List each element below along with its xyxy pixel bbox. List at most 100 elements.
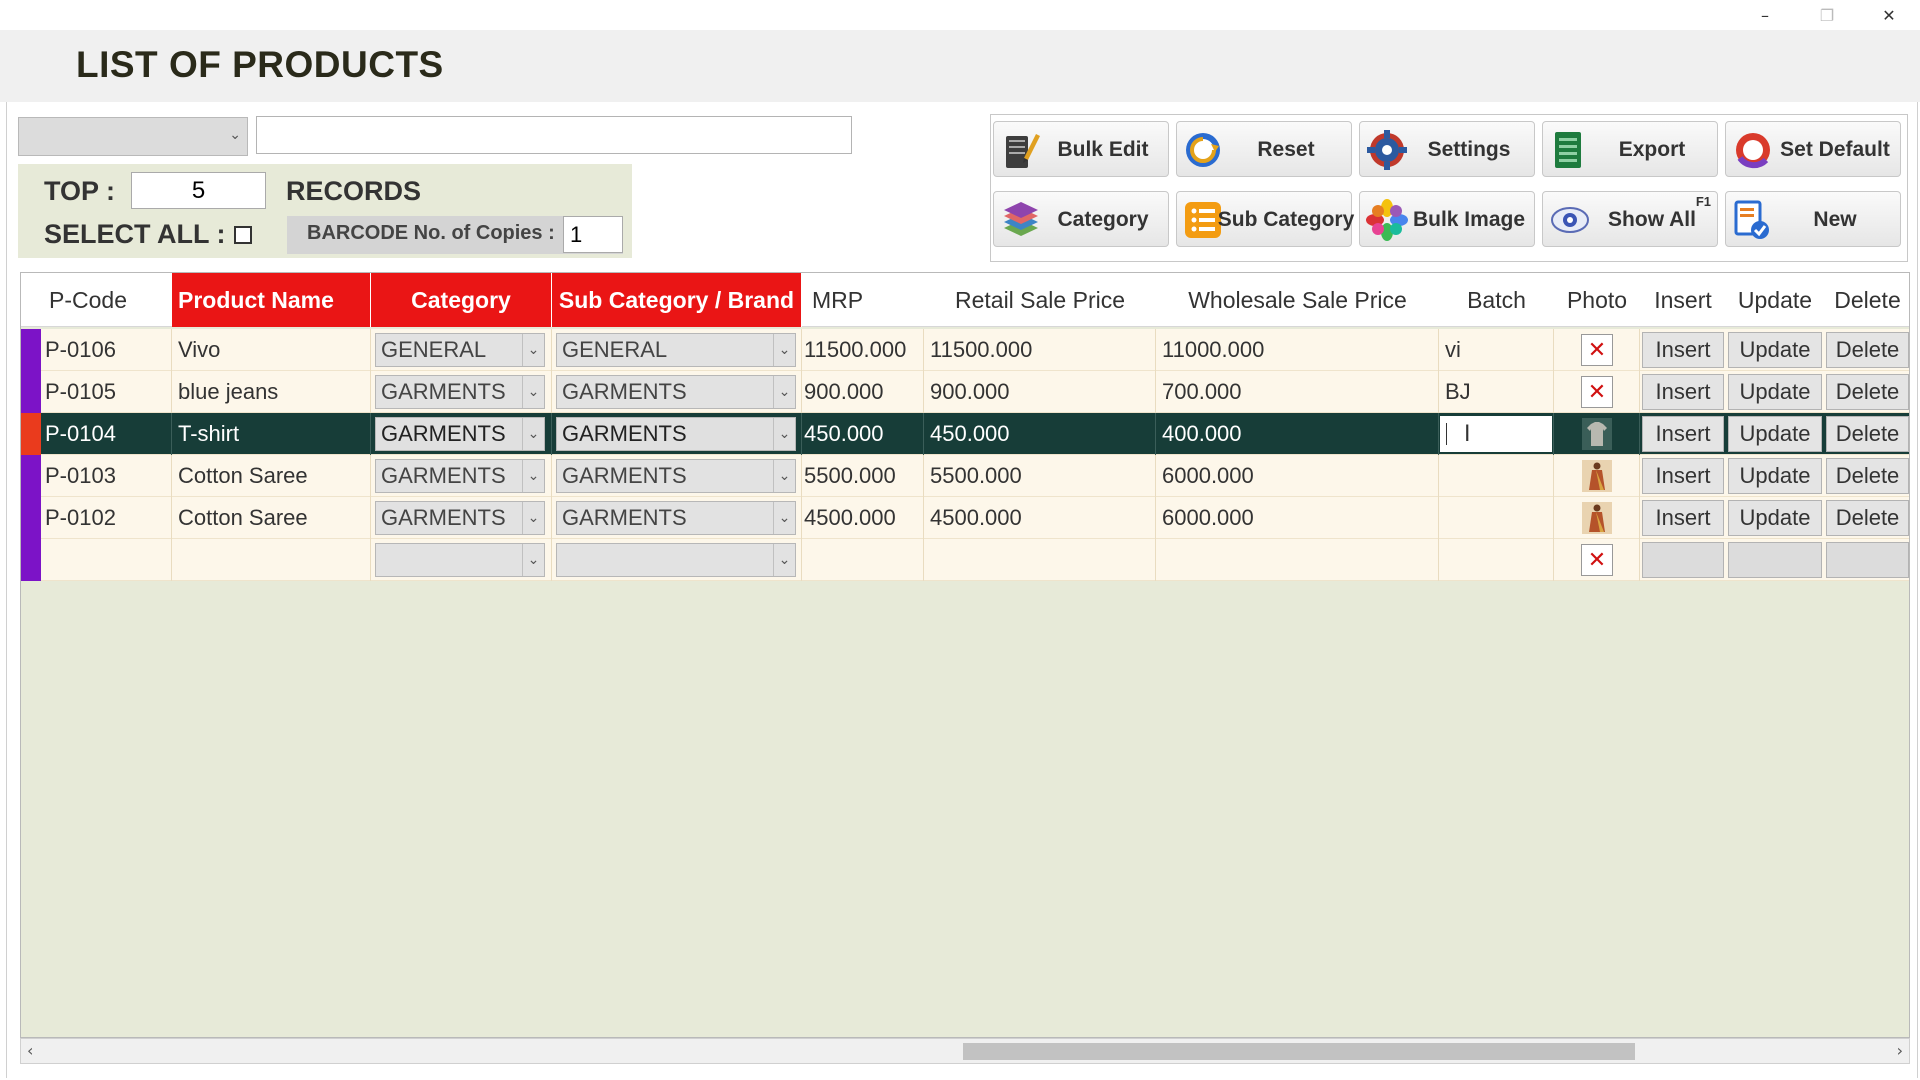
col-header-category[interactable]: Category — [371, 273, 552, 327]
no-photo-icon[interactable]: ✕ — [1581, 376, 1613, 408]
batch-cell[interactable]: BJ — [1439, 371, 1554, 413]
col-header-retail-price[interactable]: Retail Sale Price — [924, 273, 1156, 327]
col-header-mrp[interactable]: MRP — [802, 273, 924, 327]
bulk-image-button[interactable]: Bulk Image — [1359, 191, 1535, 247]
pcode-cell[interactable]: P-0105 — [39, 371, 172, 413]
row-marker[interactable] — [21, 497, 41, 539]
pcode-cell[interactable]: P-0104 — [39, 413, 172, 455]
wholesale-price-cell[interactable]: 400.000 — [1156, 413, 1439, 455]
photo-cell[interactable]: ✕ — [1554, 539, 1640, 581]
batch-editor[interactable]: I — [1440, 416, 1552, 452]
product-name-cell[interactable]: T-shirt — [172, 413, 371, 455]
col-header-wholesale-price[interactable]: Wholesale Sale Price — [1156, 273, 1439, 327]
search-input[interactable] — [256, 116, 852, 154]
update-button[interactable]: Update — [1728, 458, 1822, 494]
row-marker[interactable] — [21, 539, 41, 581]
retail-price-cell[interactable] — [924, 539, 1156, 581]
update-button[interactable]: Update — [1728, 374, 1822, 410]
close-button[interactable]: ✕ — [1858, 0, 1920, 30]
batch-cell[interactable] — [1439, 455, 1554, 497]
category-button[interactable]: Category — [993, 191, 1169, 247]
mrp-cell[interactable]: 900.000 — [802, 371, 924, 413]
photo-cell[interactable] — [1554, 497, 1640, 539]
filter-combo[interactable]: ⌄ — [18, 117, 248, 156]
row-marker[interactable] — [21, 413, 41, 455]
sub-category-combo[interactable]: GARMENTS ⌄ — [556, 417, 796, 451]
col-header-update[interactable]: Update — [1726, 273, 1824, 327]
col-header-product-name[interactable]: Product Name — [172, 273, 371, 327]
batch-cell[interactable]: vi — [1439, 329, 1554, 371]
scroll-right-icon[interactable]: › — [1897, 1041, 1903, 1060]
col-header-pcode[interactable]: P-Code — [39, 273, 192, 327]
retail-price-cell[interactable]: 450.000 — [924, 413, 1156, 455]
wholesale-price-cell[interactable]: 700.000 — [1156, 371, 1439, 413]
row-marker[interactable] — [21, 371, 41, 413]
horizontal-scrollbar[interactable]: ‹ › — [20, 1038, 1910, 1064]
delete-button[interactable]: Delete — [1826, 374, 1909, 410]
col-header-delete[interactable]: Delete — [1824, 273, 1909, 327]
reset-button[interactable]: Reset — [1176, 121, 1352, 177]
photo-cell[interactable] — [1554, 455, 1640, 497]
sub-category-combo[interactable]: GARMENTS ⌄ — [556, 375, 796, 409]
update-button[interactable]: Update — [1728, 332, 1822, 368]
insert-button[interactable]: Insert — [1642, 458, 1724, 494]
retail-price-cell[interactable]: 5500.000 — [924, 455, 1156, 497]
barcode-copies-input[interactable] — [563, 216, 623, 253]
mrp-cell[interactable]: 5500.000 — [802, 455, 924, 497]
product-name-cell[interactable]: Cotton Saree — [172, 455, 371, 497]
minimize-button[interactable]: – — [1734, 0, 1796, 30]
photo-cell[interactable] — [1554, 413, 1640, 455]
update-button[interactable]: Update — [1728, 500, 1822, 536]
pcode-cell[interactable]: P-0102 — [39, 497, 172, 539]
delete-button[interactable]: Delete — [1826, 332, 1909, 368]
table-row[interactable]: P-0106 Vivo GENERAL ⌄ GENERAL ⌄ 11500.000 11500… — [21, 329, 1909, 371]
mrp-cell[interactable]: 4500.000 — [802, 497, 924, 539]
category-combo[interactable]: ⌄ — [375, 543, 545, 577]
wholesale-price-cell[interactable] — [1156, 539, 1439, 581]
update-button[interactable]: Update — [1728, 416, 1822, 452]
retail-price-cell[interactable]: 11500.000 — [924, 329, 1156, 371]
maximize-button[interactable]: ❐ — [1796, 0, 1858, 30]
pcode-cell[interactable] — [39, 539, 172, 581]
wholesale-price-cell[interactable]: 11000.000 — [1156, 329, 1439, 371]
category-combo[interactable]: GARMENTS ⌄ — [375, 501, 545, 535]
insert-button[interactable]: Insert — [1642, 416, 1724, 452]
insert-button[interactable]: Insert — [1642, 374, 1724, 410]
insert-button[interactable] — [1642, 542, 1724, 578]
delete-button[interactable]: Delete — [1826, 500, 1909, 536]
set-default-button[interactable]: Set Default — [1725, 121, 1901, 177]
photo-cell[interactable]: ✕ — [1554, 329, 1640, 371]
col-header-photo[interactable]: Photo — [1554, 273, 1640, 327]
insert-button[interactable]: Insert — [1642, 332, 1724, 368]
col-header-insert[interactable]: Insert — [1640, 273, 1726, 327]
row-marker[interactable] — [21, 455, 41, 497]
scroll-left-icon[interactable]: ‹ — [27, 1041, 33, 1060]
select-all-checkbox[interactable] — [234, 226, 252, 244]
show-all-button[interactable]: Show All F1 — [1542, 191, 1718, 247]
batch-cell[interactable] — [1439, 539, 1554, 581]
mrp-cell[interactable]: 11500.000 — [802, 329, 924, 371]
update-button[interactable] — [1728, 542, 1822, 578]
batch-cell[interactable] — [1439, 497, 1554, 539]
sub-category-combo[interactable]: GENERAL ⌄ — [556, 333, 796, 367]
sub-category-combo[interactable]: ⌄ — [556, 543, 796, 577]
pcode-cell[interactable]: P-0103 — [39, 455, 172, 497]
table-row[interactable]: P-0103 Cotton Saree GARMENTS ⌄ GARMENTS ⌄ 5500… — [21, 455, 1909, 497]
export-button[interactable]: Export — [1542, 121, 1718, 177]
pcode-cell[interactable]: P-0106 — [39, 329, 172, 371]
sub-category-combo[interactable]: GARMENTS ⌄ — [556, 459, 796, 493]
photo-cell[interactable]: ✕ — [1554, 371, 1640, 413]
settings-button[interactable]: Settings — [1359, 121, 1535, 177]
wholesale-price-cell[interactable]: 6000.000 — [1156, 497, 1439, 539]
mrp-cell[interactable] — [802, 539, 924, 581]
sub-category-button[interactable]: Sub Category — [1176, 191, 1354, 247]
product-name-cell[interactable]: Vivo — [172, 329, 371, 371]
category-combo[interactable]: GARMENTS ⌄ — [375, 459, 545, 493]
no-photo-icon[interactable]: ✕ — [1581, 544, 1613, 576]
table-row[interactable]: P-0104 T-shirt GARMENTS ⌄ GARMENTS ⌄ 450.000 45… — [21, 413, 1909, 455]
product-name-cell[interactable] — [172, 539, 371, 581]
delete-button[interactable]: Delete — [1826, 416, 1909, 452]
retail-price-cell[interactable]: 4500.000 — [924, 497, 1156, 539]
no-photo-icon[interactable]: ✕ — [1581, 334, 1613, 366]
scrollbar-thumb[interactable] — [963, 1043, 1635, 1060]
